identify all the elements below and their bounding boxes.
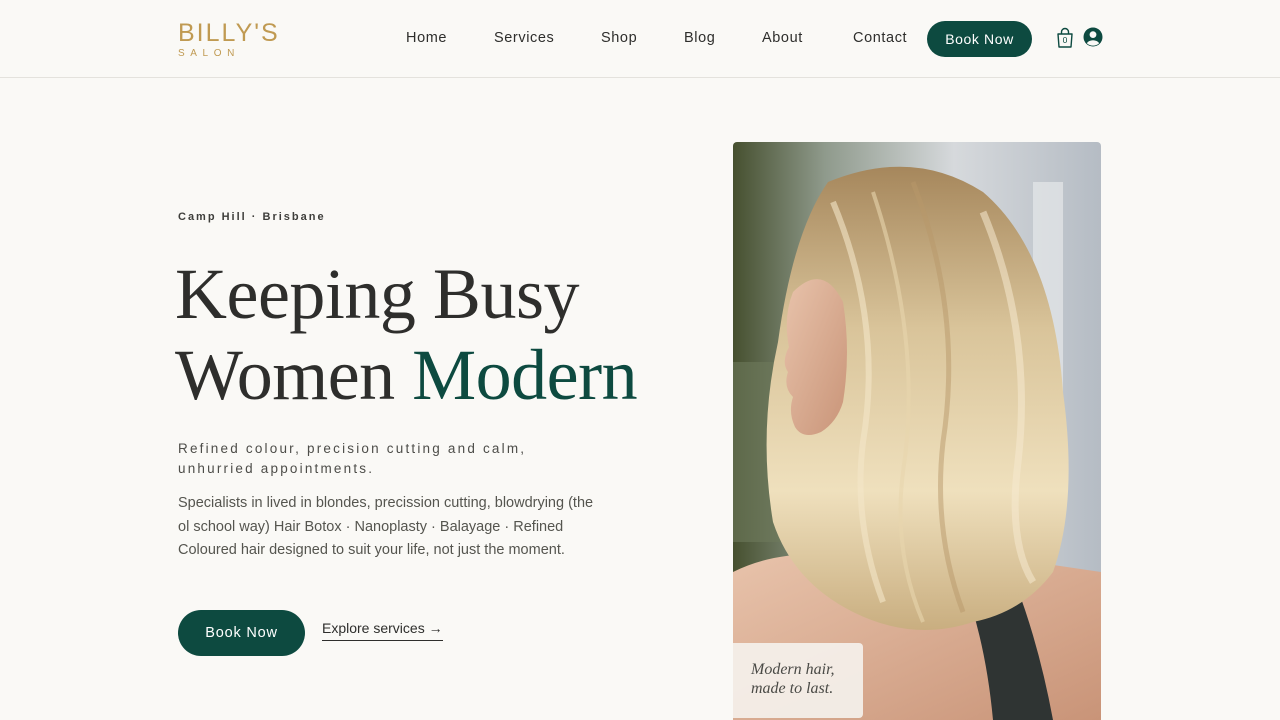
logo-wordmark: BILLY'S [178, 19, 280, 47]
headline-line-1: Keeping Busy [175, 254, 579, 334]
hero-book-now-button[interactable]: Book Now [178, 610, 305, 656]
location-label: Camp Hill · Brisbane [178, 211, 326, 223]
hero-photo [733, 142, 1101, 720]
image-caption: Modern hair, made to last. [751, 661, 835, 697]
hero-tagline: Refined colour, precision cutting and ca… [178, 441, 527, 476]
hero-headline: Keeping Busy Women Modern [175, 254, 735, 416]
headline-line-2: Women [175, 335, 413, 415]
nav-blog[interactable]: Blog [684, 30, 715, 46]
user-account-icon[interactable] [1083, 27, 1103, 47]
header-book-now-button[interactable]: Book Now [927, 21, 1032, 57]
logo-subtitle: SALON [178, 48, 240, 59]
nav-shop[interactable]: Shop [601, 30, 637, 46]
shopping-bag-icon[interactable]: 0 [1056, 27, 1074, 49]
explore-services-link[interactable]: Explore services → [322, 620, 443, 641]
logo[interactable]: BILLY'S SALON [178, 20, 280, 60]
image-caption-card: Modern hair, made to last. [733, 643, 863, 718]
nav-home[interactable]: Home [406, 30, 447, 46]
cart-count-badge: 0 [1062, 35, 1068, 45]
hero-description: Specialists in lived in blondes, preciss… [178, 495, 594, 558]
nav-contact[interactable]: Contact [853, 30, 907, 46]
site-header: BILLY'S SALON Home Services Shop Blog Ab… [0, 0, 1280, 78]
headline-accent: Modern [412, 335, 638, 415]
nav-services[interactable]: Services [494, 30, 554, 46]
nav-about[interactable]: About [762, 30, 803, 46]
